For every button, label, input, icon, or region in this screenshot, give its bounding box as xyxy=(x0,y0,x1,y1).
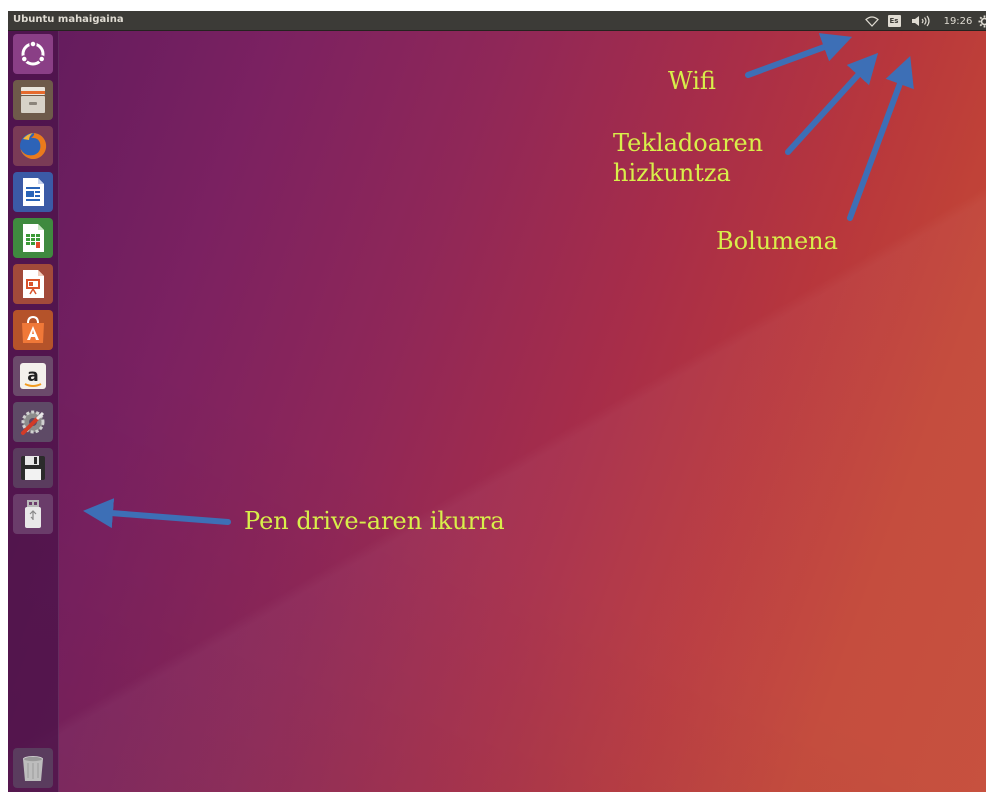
calc-spreadsheet-icon xyxy=(23,224,44,252)
launcher-item-floppy[interactable] xyxy=(13,448,53,488)
software-bag-icon xyxy=(22,315,44,343)
launcher-item-dash[interactable] xyxy=(13,34,53,74)
annotation-keyboard-language: Tekladoaren hizkuntza xyxy=(613,128,813,188)
launcher-item-amazon[interactable]: a xyxy=(13,356,53,396)
trash-icon xyxy=(23,756,43,781)
impress-presentation-icon xyxy=(23,270,44,298)
settings-wrench-gear-icon xyxy=(21,410,45,435)
launcher-item-calc[interactable] xyxy=(13,218,53,258)
gear-icon xyxy=(978,15,986,27)
launcher: a xyxy=(8,31,59,792)
firefox-icon xyxy=(20,132,47,159)
session-menu[interactable] xyxy=(976,13,986,29)
usb-drive-icon xyxy=(25,500,41,528)
keyboard-layout-label: Es xyxy=(887,15,901,27)
launcher-item-trash[interactable] xyxy=(13,748,53,788)
wifi-icon xyxy=(865,15,879,27)
amazon-icon: a xyxy=(20,363,46,389)
annotation-wifi: Wifi xyxy=(668,67,716,95)
annotation-keyboard-line2: hizkuntza xyxy=(613,159,731,187)
clock[interactable]: 19:26 xyxy=(941,13,975,29)
annotation-volume: Bolumena xyxy=(716,227,838,255)
writer-document-icon xyxy=(23,178,44,206)
launcher-item-firefox[interactable] xyxy=(13,126,53,166)
svg-text:a: a xyxy=(27,366,38,386)
annotation-pen-drive: Pen drive-aren ikurra xyxy=(244,507,505,535)
speaker-icon xyxy=(912,15,930,27)
frame-left xyxy=(0,0,8,792)
ubuntu-logo-icon xyxy=(20,40,46,66)
panel-title: Ubuntu mahaigaina xyxy=(13,14,124,25)
launcher-item-software[interactable] xyxy=(13,310,53,350)
launcher-item-settings[interactable] xyxy=(13,402,53,442)
top-panel: Ubuntu mahaigaina Es 19:26 xyxy=(8,11,986,31)
frame-top xyxy=(0,0,986,11)
launcher-item-usb-drive[interactable] xyxy=(13,494,53,534)
desktop-wallpaper xyxy=(8,11,986,792)
launcher-item-writer[interactable] xyxy=(13,172,53,212)
annotation-keyboard-line1: Tekladoaren xyxy=(613,129,764,157)
screen: Ubuntu mahaigaina Es 19:26 a Wifi Teklad… xyxy=(0,0,986,792)
file-cabinet-icon xyxy=(21,87,45,113)
floppy-disk-icon xyxy=(21,456,45,480)
volume-indicator[interactable] xyxy=(909,13,933,29)
launcher-item-files[interactable] xyxy=(13,80,53,120)
keyboard-layout-indicator[interactable]: Es xyxy=(887,13,901,29)
launcher-item-impress[interactable] xyxy=(13,264,53,304)
wifi-indicator[interactable] xyxy=(863,13,881,29)
